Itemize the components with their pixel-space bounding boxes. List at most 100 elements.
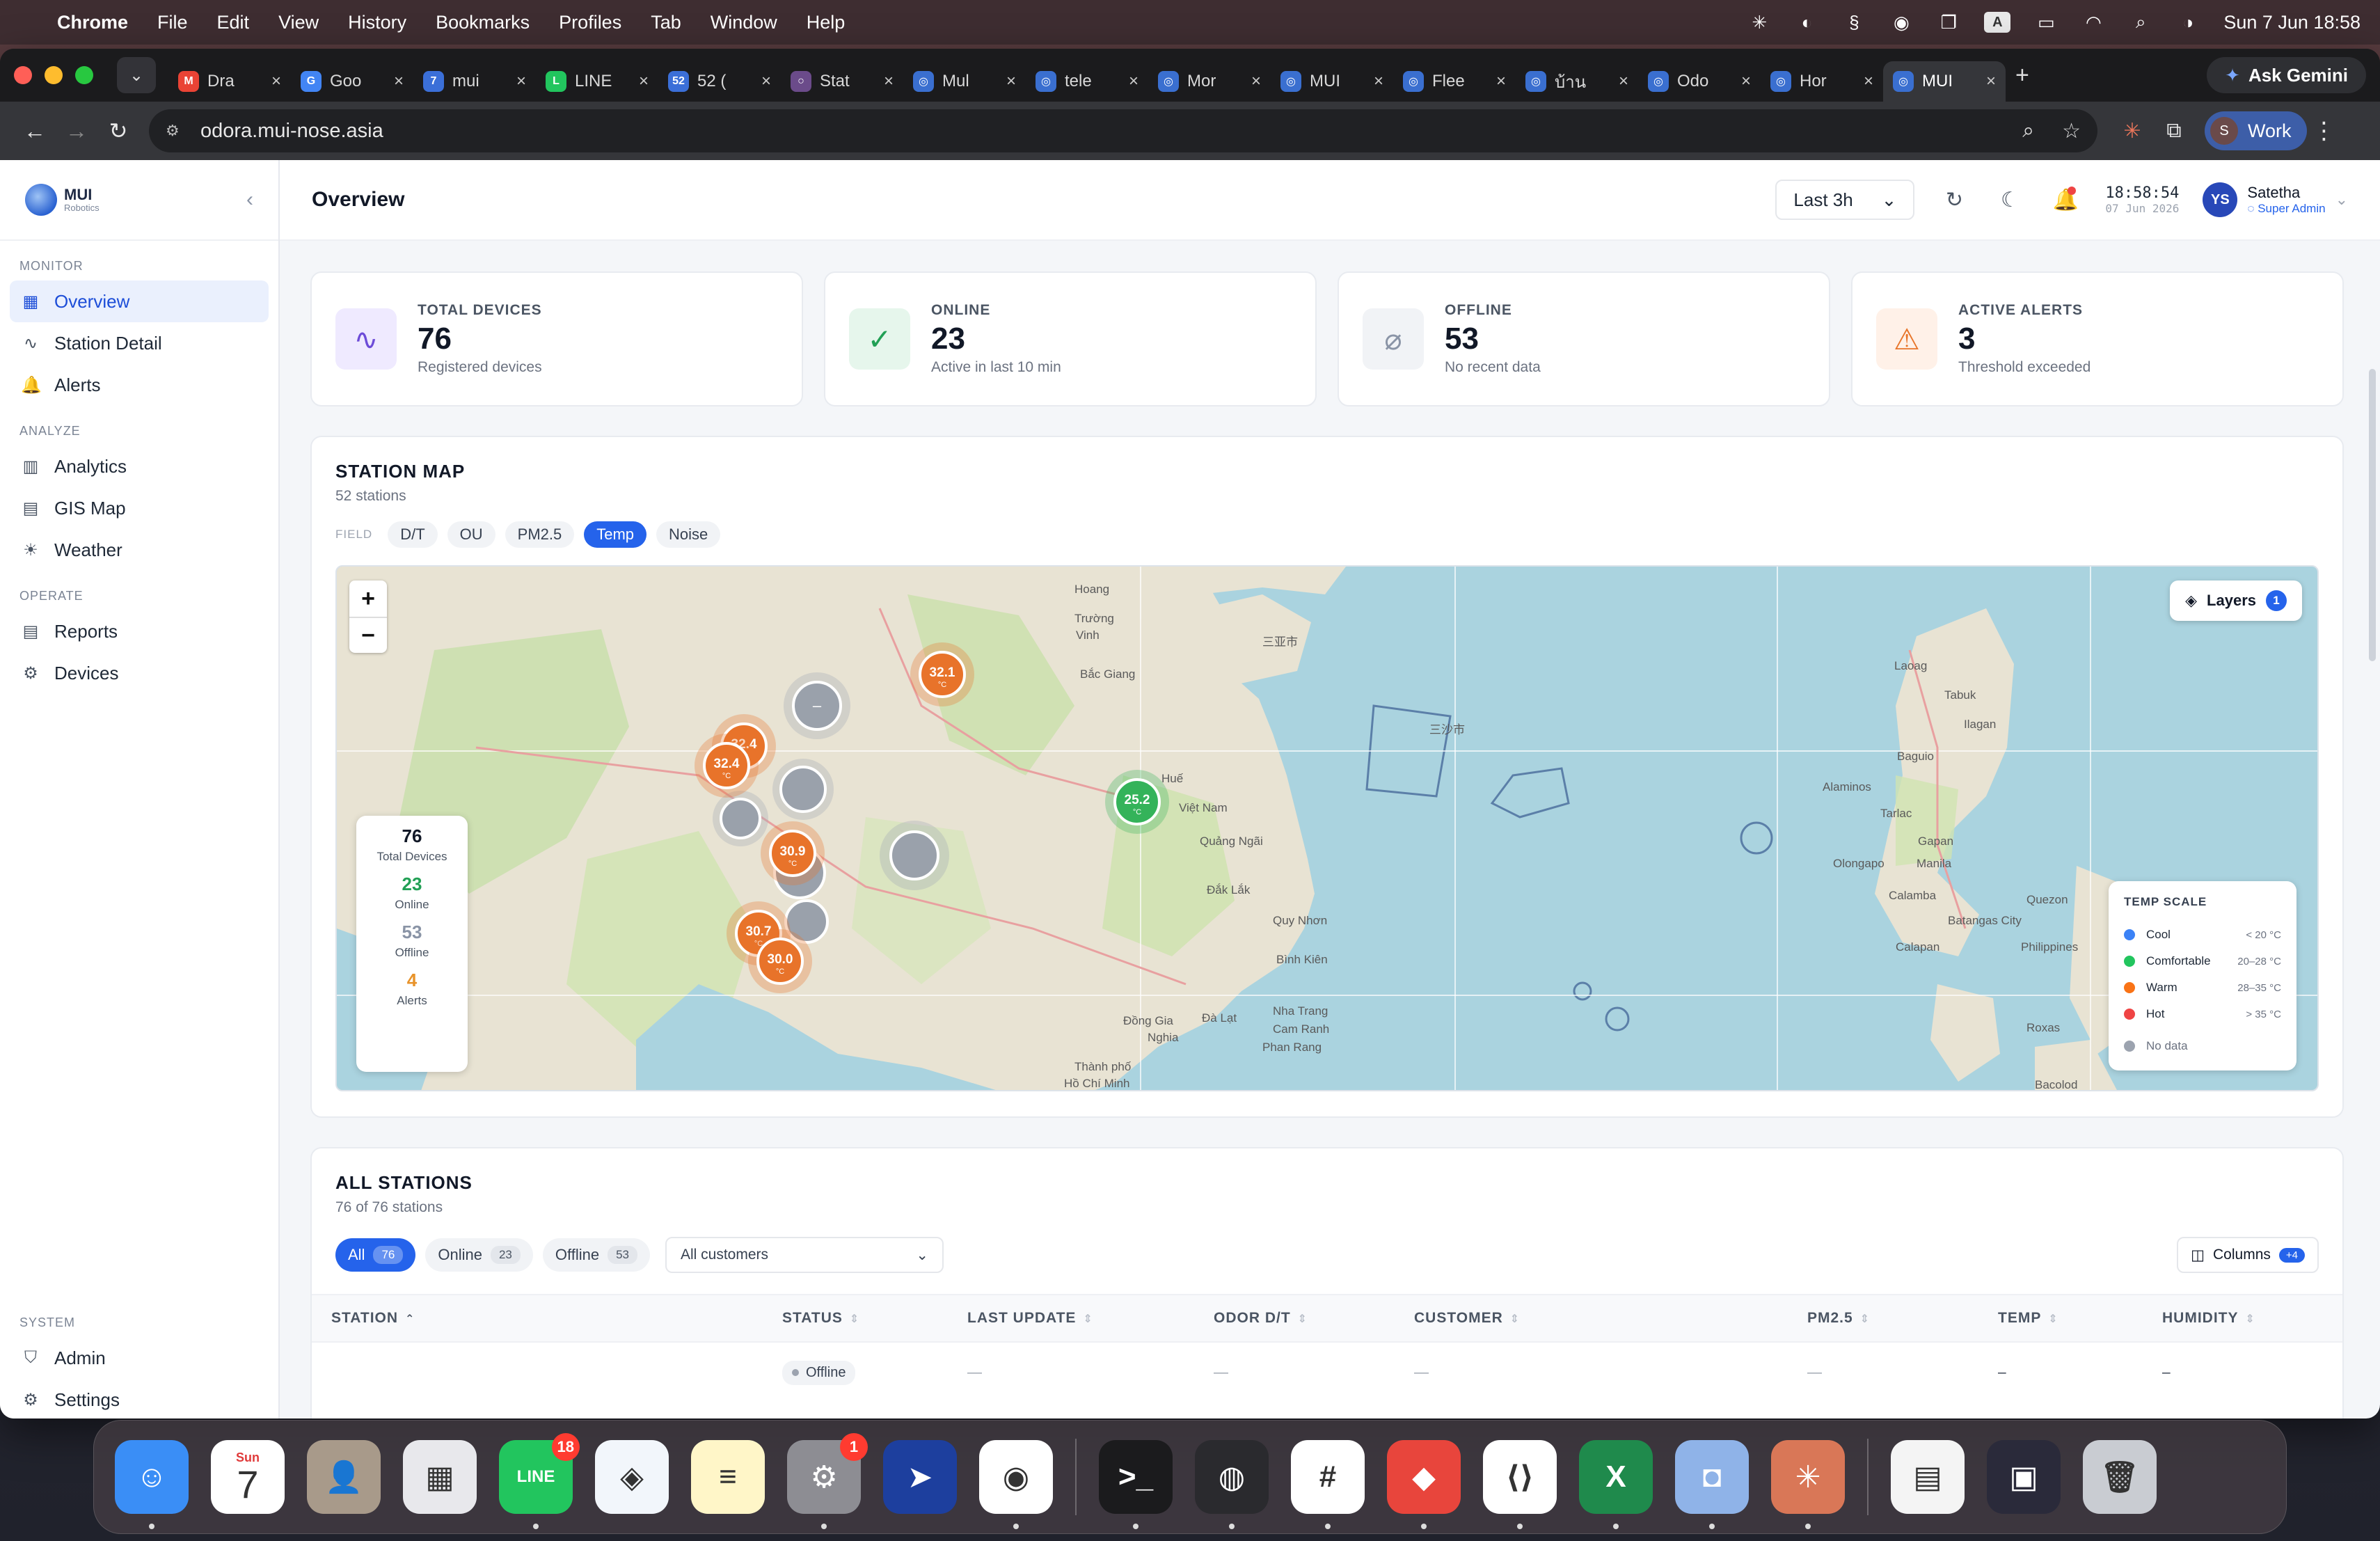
offline-cluster[interactable] — [772, 759, 834, 820]
sidebar-item-devices[interactable]: ⚙ Devices — [10, 652, 269, 694]
browser-tab[interactable]: ◎ tele × — [1026, 61, 1148, 102]
close-tab-icon[interactable]: × — [1986, 72, 1996, 91]
trash-icon[interactable]: 🗑 — [2083, 1440, 2157, 1514]
paper-plane-icon[interactable]: ➤ — [883, 1440, 957, 1514]
close-tab-icon[interactable]: × — [639, 72, 649, 91]
zoom-out-button[interactable]: − — [349, 617, 387, 653]
column-header-pm2-5[interactable]: PM2.5 ⇕ — [1807, 1310, 1998, 1327]
field-chip-dt[interactable]: D/T — [388, 521, 438, 548]
column-header-odor-d-t[interactable]: ODOR D/T ⇕ — [1214, 1310, 1414, 1327]
refresh-icon[interactable]: ↻ — [1938, 188, 1970, 212]
sidebar-item-station-detail[interactable]: ∿ Station Detail — [10, 322, 269, 364]
claude-status-icon[interactable]: ✳ — [1747, 12, 1771, 33]
slack-icon[interactable]: # — [1291, 1440, 1365, 1529]
app-status-icon[interactable]: ◐ — [1795, 12, 1818, 33]
temperature-marker[interactable]: 32.1°C — [910, 642, 974, 706]
browser-tab[interactable]: 52 52 (× — [658, 61, 781, 102]
close-tab-icon[interactable]: × — [516, 72, 526, 91]
menu-clock[interactable]: Sun 7 Jun 18:58 — [2223, 12, 2361, 33]
notifications-bell-icon[interactable]: 🔔 — [2049, 186, 2081, 212]
table-row[interactable]: Offline — — — — – – — [312, 1343, 2342, 1402]
bookmark-star-icon[interactable]: ☆ — [2062, 119, 2081, 143]
browser-tab[interactable]: L LINE × — [536, 61, 658, 102]
browser-tab[interactable]: 7 mui × — [413, 61, 536, 102]
launchpad-icon[interactable]: ▦ — [403, 1440, 477, 1514]
collapse-sidebar-icon[interactable]: ‹ — [246, 188, 253, 212]
field-chip-pm25[interactable]: PM2.5 — [505, 521, 575, 548]
safari-icon[interactable]: ◈ — [595, 1440, 669, 1514]
linear-icon[interactable]: ◍ — [1195, 1440, 1269, 1529]
profile-button[interactable]: S Work — [2205, 111, 2307, 150]
close-tab-icon[interactable]: × — [394, 72, 404, 91]
zoom-window-button[interactable] — [75, 66, 93, 84]
column-header-status[interactable]: STATUS ⇕ — [782, 1310, 967, 1327]
customer-select[interactable]: All customers ⌄ — [665, 1237, 944, 1273]
browser-tab[interactable]: ◎ MUI × — [1271, 61, 1393, 102]
calendar-icon[interactable]: Sun 7 — [211, 1440, 285, 1514]
column-header-humidity[interactable]: HUMIDITY ⇕ — [2162, 1310, 2315, 1327]
browser-tab[interactable]: ◎ Hor × — [1761, 61, 1883, 102]
browser-tab[interactable]: ◎ Odo × — [1638, 61, 1761, 102]
vscode-icon[interactable]: ⟨⟩ — [1483, 1440, 1557, 1529]
browser-tab[interactable]: ◎ MUI × — [1883, 61, 2006, 102]
browser-tab[interactable]: ◎ บ้าน × — [1516, 61, 1638, 102]
column-header-temp[interactable]: TEMP ⇕ — [1998, 1310, 2162, 1327]
wifi-icon[interactable]: ◠ — [2081, 12, 2105, 33]
browser-tab[interactable]: ◎ Mor × — [1148, 61, 1271, 102]
menu-file[interactable]: File — [157, 12, 188, 33]
columns-button[interactable]: ◫ Columns +4 — [2177, 1237, 2319, 1273]
jar-app-icon[interactable]: ◘ — [1675, 1440, 1749, 1529]
station-map[interactable]: Hoang Trường Vinh Bắc Giang Huế Việt Nam… — [335, 565, 2319, 1091]
browser-tab[interactable]: G Goo × — [291, 61, 413, 102]
menu-window[interactable]: Window — [711, 12, 777, 33]
menu-history[interactable]: History — [348, 12, 406, 33]
screenshot-thumb-icon[interactable]: ▣ — [1987, 1440, 2061, 1514]
temperature-marker[interactable]: 32.4°C — [695, 734, 759, 798]
input-source-icon[interactable]: A — [1984, 12, 2011, 33]
finder-icon[interactable]: ☺ — [115, 1440, 189, 1529]
site-info-icon[interactable]: ⚙ — [166, 122, 193, 140]
forward-button[interactable]: → — [56, 118, 97, 144]
close-tab-icon[interactable]: × — [761, 72, 771, 91]
temperature-marker[interactable]: 30.9°C — [761, 821, 825, 885]
line-app-icon[interactable]: LINE 18 — [499, 1433, 580, 1529]
menu-tab[interactable]: Tab — [651, 12, 681, 33]
column-header-station[interactable]: STATION ⌃ — [331, 1310, 782, 1327]
minimize-window-button[interactable] — [45, 66, 63, 84]
close-window-button[interactable] — [14, 66, 32, 84]
menu-view[interactable]: View — [278, 12, 319, 33]
column-header-last-update[interactable]: LAST UPDATE ⇕ — [967, 1310, 1214, 1327]
line-status-icon[interactable]: ◉ — [1889, 12, 1913, 33]
sidebar-item-analytics[interactable]: ▥ Analytics — [10, 445, 269, 487]
close-tab-icon[interactable]: × — [1741, 72, 1751, 91]
close-tab-icon[interactable]: × — [1496, 72, 1506, 91]
battery-icon[interactable]: ▭ — [2034, 12, 2058, 33]
dark-mode-moon-icon[interactable]: ☾ — [1994, 188, 2026, 212]
sidebar-item-gis-map[interactable]: ▤ GIS Map — [10, 487, 269, 529]
terminal-icon[interactable]: >_ — [1099, 1440, 1173, 1529]
claude-extension-icon[interactable]: ✳ — [2111, 119, 2153, 143]
browser-tab[interactable]: ○ Stat × — [781, 61, 903, 102]
close-tab-icon[interactable]: × — [1619, 72, 1628, 91]
user-menu[interactable]: YS Satetha ◌ Super Admin ⌄ — [2203, 182, 2348, 217]
field-chip-ou[interactable]: OU — [447, 521, 495, 548]
close-tab-icon[interactable]: × — [1006, 72, 1016, 91]
menu-app-name[interactable]: Chrome — [57, 12, 128, 33]
sidebar-item-alerts[interactable]: 🔔 Alerts — [10, 364, 269, 406]
sidebar-item-overview[interactable]: ▦ Overview — [10, 280, 269, 322]
temperature-marker[interactable]: 30.0°C — [748, 929, 812, 993]
extensions-puzzle-icon[interactable]: ⧉ — [2153, 119, 2195, 143]
offline-cluster[interactable]: – — [784, 672, 850, 739]
menu-profiles[interactable]: Profiles — [559, 12, 621, 33]
close-tab-icon[interactable]: × — [884, 72, 894, 91]
back-button[interactable]: ← — [14, 118, 56, 144]
offline-cluster[interactable] — [880, 821, 949, 890]
sidebar-item-reports[interactable]: ▤ Reports — [10, 610, 269, 652]
layers-button[interactable]: ◈ Layers 1 — [2170, 580, 2302, 621]
field-chip-noise[interactable]: Noise — [656, 521, 721, 548]
browser-tab[interactable]: M Dra × — [168, 61, 291, 102]
browser-tab[interactable]: ◎ Flee × — [1393, 61, 1516, 102]
field-chip-temp[interactable]: Temp — [584, 521, 647, 548]
excel-icon[interactable]: X — [1579, 1440, 1653, 1529]
browser-tab[interactable]: ◎ Mul × — [903, 61, 1026, 102]
